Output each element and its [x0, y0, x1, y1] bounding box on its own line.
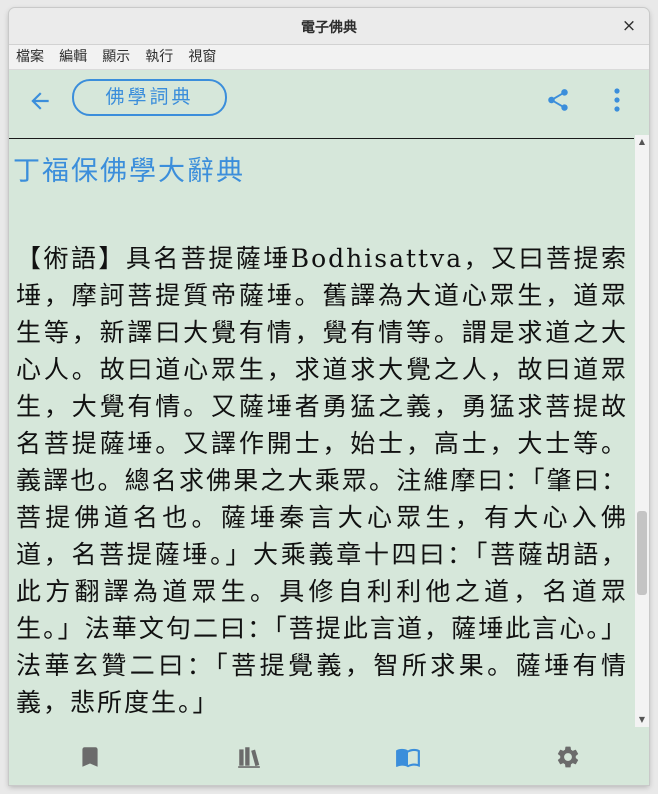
scroll-down-icon[interactable]: ▼ [635, 714, 649, 726]
menu-file[interactable]: 檔案 [16, 45, 44, 69]
close-icon[interactable]: × [619, 16, 639, 36]
entry-text: 【術語】具名菩提薩埵Bodhisattva，又曰菩提索埵，摩訶菩提質帝薩埵。舊譯… [16, 244, 628, 717]
more-vertical-icon[interactable] [607, 87, 627, 113]
divider [9, 138, 634, 139]
vertical-scrollbar[interactable]: ▲ ▼ [635, 135, 649, 727]
menu-view[interactable]: 顯示 [102, 45, 130, 69]
menu-bar: 檔案 編輯 顯示 執行 視窗 [9, 45, 649, 70]
scrollbar-thumb[interactable] [637, 511, 647, 595]
window-title: 電子佛典 [301, 20, 357, 36]
share-icon[interactable] [545, 87, 571, 113]
bottom-navigation [9, 727, 649, 785]
library-icon[interactable] [236, 744, 262, 770]
menu-window[interactable]: 視窗 [188, 45, 216, 69]
title-bar: 電子佛典 × [9, 8, 649, 45]
dictionary-search-button[interactable]: 佛學詞典 [72, 79, 227, 116]
gear-icon[interactable] [555, 744, 581, 770]
book-open-icon[interactable] [395, 744, 421, 770]
scroll-up-icon[interactable]: ▲ [635, 136, 649, 148]
menu-run[interactable]: 執行 [145, 45, 173, 69]
app-toolbar: 佛學詞典 [9, 70, 649, 134]
app-window: 電子佛典 × 檔案 編輯 顯示 執行 視窗 佛學詞典 丁福保佛學大辭典 【術語】… [9, 8, 649, 785]
dictionary-title-link[interactable]: 丁福保佛學大辭典 [13, 149, 245, 188]
arrow-left-icon[interactable] [27, 88, 53, 114]
bookmark-icon[interactable] [77, 744, 103, 770]
menu-edit[interactable]: 編輯 [59, 45, 87, 69]
dictionary-entry: 丁福保佛學大辭典 【術語】具名菩提薩埵Bodhisattva，又曰菩提索埵，摩訶… [9, 135, 634, 727]
